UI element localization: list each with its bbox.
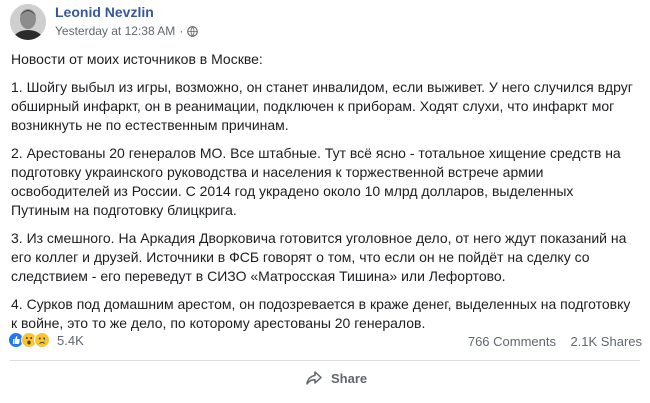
post-body: Новости от моих источников в Москве: 1. … xyxy=(11,50,636,342)
post-meta: Yesterday at 12:38 AM · xyxy=(55,24,199,38)
post-card: Leonid Nevzlin Yesterday at 12:38 AM · Н… xyxy=(0,0,650,403)
post-actions: Share xyxy=(0,362,650,402)
comments-count-link[interactable]: 766 Comments xyxy=(468,334,556,349)
reactions-summary[interactable]: 5.4K xyxy=(8,332,84,348)
post-paragraph-4: 4. Сурков под домашним арестом, он подоз… xyxy=(11,296,631,331)
post-stats: 5.4K 766 Comments 2.1K Shares xyxy=(8,332,642,352)
reaction-count: 5.4K xyxy=(57,332,84,348)
share-arrow-icon xyxy=(306,371,322,385)
share-label: Share xyxy=(331,370,368,386)
actions-divider xyxy=(10,360,640,361)
engagement-counts: 766 Comments 2.1K Shares xyxy=(468,334,642,349)
post-paragraph-2: 2. Арестованы 20 генералов МО. Все штабн… xyxy=(11,145,621,218)
globe-icon[interactable] xyxy=(187,25,199,37)
author-avatar[interactable] xyxy=(10,4,46,40)
share-button[interactable]: Share xyxy=(305,370,367,386)
post-timestamp[interactable]: Yesterday at 12:38 AM xyxy=(55,24,175,38)
avatar-photo xyxy=(10,4,46,40)
post-header: Leonid Nevzlin Yesterday at 12:38 AM · xyxy=(0,0,650,44)
sad-icon xyxy=(34,332,50,348)
post-paragraph-1: 1. Шойгу выбыл из игры, возможно, он ста… xyxy=(11,79,633,133)
post-paragraph-3: 3. Из смешного. На Аркадия Дворковича го… xyxy=(11,230,627,284)
shares-count-link[interactable]: 2.1K Shares xyxy=(570,334,642,349)
post-intro: Новости от моих источников в Москве: xyxy=(11,51,263,67)
author-name-link[interactable]: Leonid Nevzlin xyxy=(55,4,154,20)
